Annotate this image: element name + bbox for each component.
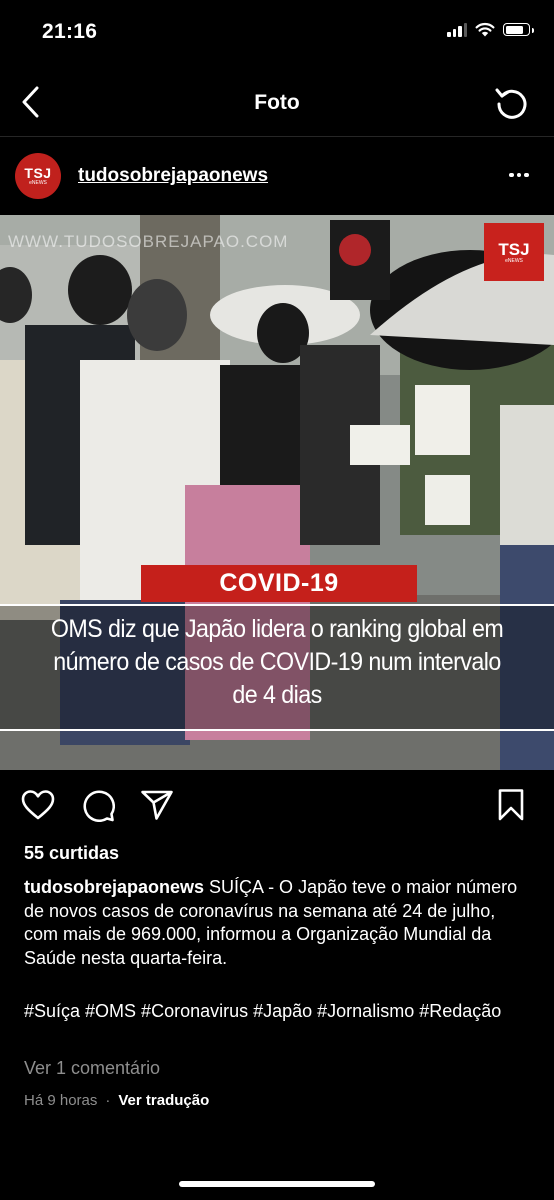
brand-logo-sub: eNEWS: [505, 257, 523, 264]
heart-icon: [21, 790, 55, 820]
post-meta: Há 9 horas · Ver tradução: [24, 1092, 209, 1109]
post-time: Há 9 horas: [24, 1092, 98, 1109]
headline-rule-bottom: [0, 729, 554, 731]
username-link[interactable]: tudosobrejapaonews: [78, 165, 268, 187]
page-title: Foto: [254, 91, 300, 114]
send-icon: [141, 790, 173, 820]
wifi-icon: [475, 22, 495, 37]
post-image[interactable]: WWW.TUDOSOBREJAPAO.COM TSJ eNEWS COVID-1…: [0, 215, 554, 770]
translate-link[interactable]: Ver tradução: [118, 1092, 209, 1109]
covid-tag: COVID-19: [141, 565, 417, 602]
brand-logo-abbr: TSJ: [498, 239, 530, 259]
headline-line: número de casos de COVID-19 num interval…: [53, 648, 501, 676]
likes-count[interactable]: 55 curtidas: [24, 843, 119, 864]
status-icons: [447, 22, 534, 37]
view-comments-link[interactable]: Ver 1 comentário: [24, 1058, 160, 1079]
bookmark-icon: [498, 789, 524, 821]
caption-username[interactable]: tudosobrejapaonews: [24, 877, 204, 897]
image-headline: OMS diz que Japão lidera o ranking globa…: [29, 613, 526, 712]
battery-icon: [503, 23, 534, 36]
post-actions: [0, 786, 554, 826]
home-indicator[interactable]: [179, 1181, 375, 1187]
status-bar: 21:16: [0, 0, 554, 66]
comment-button[interactable]: [79, 786, 117, 824]
more-options-button[interactable]: [504, 163, 534, 187]
post-caption: tudosobrejapaonews SUÍÇA - O Japão teve …: [24, 876, 534, 970]
cellular-signal-icon: [447, 22, 467, 37]
status-time: 21:16: [42, 20, 98, 43]
headline-line: OMS diz que Japão lidera o ranking globa…: [50, 615, 504, 643]
comment-icon: [83, 790, 115, 822]
share-button[interactable]: [138, 786, 176, 824]
avatar-abbr: TSJ: [24, 165, 52, 181]
meta-separator: ·: [105, 1092, 111, 1109]
brand-logo: TSJ eNEWS: [484, 223, 544, 281]
refresh-button[interactable]: [492, 83, 532, 123]
image-watermark: WWW.TUDOSOBREJAPAO.COM: [8, 232, 289, 251]
headline-line: de 4 dias: [232, 681, 322, 709]
like-button[interactable]: [19, 786, 57, 824]
nav-bar: Foto: [0, 70, 554, 137]
hashtags[interactable]: #Suíça #OMS #Coronavirus #Japão #Jornali…: [24, 1000, 534, 1024]
save-button[interactable]: [492, 786, 530, 824]
avatar-sub: eNEWS: [29, 180, 47, 186]
post-header: TSJ eNEWS tudosobrejapaonews: [0, 137, 554, 215]
ellipsis-icon: [509, 172, 514, 178]
avatar[interactable]: TSJ eNEWS: [15, 153, 61, 199]
refresh-icon: [495, 88, 527, 119]
